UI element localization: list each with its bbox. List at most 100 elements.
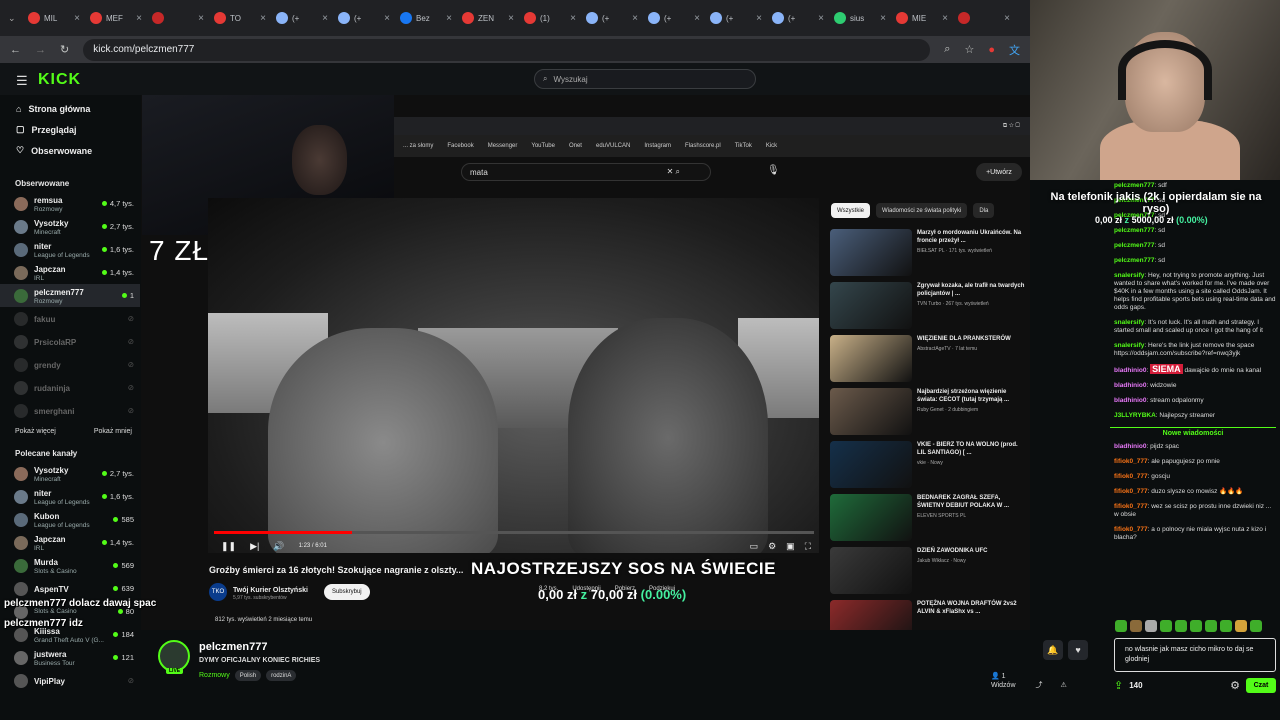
browser-tab[interactable]: (+ × bbox=[706, 4, 766, 32]
chat-username[interactable]: snalersify bbox=[1114, 342, 1144, 349]
browser-tab[interactable]: MIL × bbox=[24, 4, 84, 32]
browser-tab[interactable]: TO × bbox=[210, 4, 270, 32]
channel-item[interactable]: niter League of Legends 1,6 tys. bbox=[0, 238, 140, 261]
browser-tab[interactable]: Bez × bbox=[396, 4, 456, 32]
chat-username[interactable]: snalersify bbox=[1114, 319, 1144, 326]
chat-settings-icon[interactable]: ⚙ bbox=[1230, 679, 1240, 692]
tag-rodzina[interactable]: rodzinA bbox=[266, 670, 297, 681]
tab-close-icon[interactable]: × bbox=[446, 13, 452, 24]
chat-username[interactable]: J3LLYRYBKA bbox=[1114, 412, 1156, 419]
channel-item[interactable]: niter League of Legends 1,6 tys. bbox=[0, 485, 140, 508]
tab-close-icon[interactable]: × bbox=[694, 13, 700, 24]
tab-close-icon[interactable]: × bbox=[1004, 13, 1010, 24]
menu-icon[interactable]: ☰ bbox=[16, 73, 28, 89]
browser-tab[interactable]: ZEN × bbox=[458, 4, 518, 32]
search-input[interactable]: ⌕ Wyszukaj bbox=[534, 69, 756, 89]
browser-tab[interactable]: sius × bbox=[830, 4, 890, 32]
chat-username[interactable]: fifiok0_777 bbox=[1114, 488, 1148, 495]
channel-item[interactable]: VipiPlay ⊘ bbox=[0, 669, 140, 692]
channel-item[interactable]: remsua Rozmowy 4,7 tys. bbox=[0, 192, 140, 215]
share-icon[interactable]: ⤴ bbox=[1036, 682, 1043, 689]
channel-item[interactable]: grendy ⊘ bbox=[0, 353, 140, 376]
forward-icon[interactable]: → bbox=[35, 44, 46, 56]
chat-username[interactable]: bladhinio0 bbox=[1114, 443, 1147, 450]
back-icon[interactable]: ← bbox=[10, 44, 21, 56]
chat-username[interactable]: pelczmen777 bbox=[1114, 257, 1154, 264]
tab-close-icon[interactable]: × bbox=[942, 13, 948, 24]
channel-item[interactable]: Kubon League of Legends 585 bbox=[0, 508, 140, 531]
tab-close-icon[interactable]: × bbox=[570, 13, 576, 24]
kick-logo[interactable]: KICK bbox=[38, 71, 81, 89]
chat-username[interactable]: pelczmen777 bbox=[1114, 242, 1154, 249]
chat-username[interactable]: bladhinio0 bbox=[1114, 367, 1147, 374]
channel-item[interactable]: AspenTV 639 bbox=[0, 577, 140, 600]
browser-tab[interactable]: (+ × bbox=[768, 4, 828, 32]
nav-following[interactable]: ♡ Obserwowane bbox=[0, 140, 140, 161]
bookmark-star-icon[interactable]: ☆ bbox=[964, 43, 974, 56]
channel-item[interactable]: Vysotzky Minecraft 2,7 tys. bbox=[0, 462, 140, 485]
report-icon[interactable]: ⚠ bbox=[1061, 682, 1067, 689]
follow-button[interactable]: ♥ bbox=[1068, 640, 1088, 660]
channel-item[interactable]: smerghani ⊘ bbox=[0, 399, 140, 422]
tab-close-icon[interactable]: × bbox=[880, 13, 886, 24]
channel-points[interactable]: 140 bbox=[1129, 681, 1142, 690]
tab-close-icon[interactable]: × bbox=[74, 13, 80, 24]
tab-close-icon[interactable]: × bbox=[508, 13, 514, 24]
channel-item[interactable]: Vysotzky Minecraft 2,7 tys. bbox=[0, 215, 140, 238]
nav-browse[interactable]: ▢ Przeglądaj bbox=[0, 119, 140, 140]
url-field[interactable]: kick.com/pelczmen777 bbox=[83, 38, 931, 61]
channel-item[interactable]: Murda Slots & Casino 569 bbox=[0, 554, 140, 577]
browser-tab[interactable]: (+ × bbox=[582, 4, 642, 32]
tab-close-icon[interactable]: × bbox=[198, 13, 204, 24]
browser-tab[interactable]: (+ × bbox=[334, 4, 394, 32]
tab-close-icon[interactable]: × bbox=[384, 13, 390, 24]
channel-item[interactable]: Japczan IRL 1,4 tys. bbox=[0, 531, 140, 554]
extension-icon[interactable]: ● bbox=[988, 44, 995, 56]
tab-close-icon[interactable]: × bbox=[818, 13, 824, 24]
overlay-chat-line-1: pelczmen777 dolacz dawaj spac bbox=[4, 598, 157, 609]
chat-username[interactable]: fifiok0_777 bbox=[1114, 526, 1148, 533]
browser-tab[interactable]: (+ × bbox=[272, 4, 332, 32]
reload-icon[interactable]: ↻ bbox=[60, 43, 69, 56]
browser-tab[interactable]: MIE × bbox=[892, 4, 952, 32]
browser-tab[interactable]: (+ × bbox=[644, 4, 704, 32]
chat-username[interactable]: snalersify bbox=[1114, 272, 1144, 279]
channel-item[interactable]: rudaninja ⊘ bbox=[0, 376, 140, 399]
channel-item[interactable]: justwera Business Tour 121 bbox=[0, 646, 140, 669]
show-more-button[interactable]: Pokaż więcej bbox=[15, 428, 56, 435]
chat-username[interactable]: bladhinio0 bbox=[1114, 397, 1147, 404]
translate-icon[interactable]: 文 bbox=[1009, 42, 1020, 58]
chat-username[interactable]: pelczmen777 bbox=[1114, 227, 1154, 234]
chat-input[interactable]: no wlasnie jak masz cicho mikro to daj s… bbox=[1114, 638, 1276, 672]
channel-item[interactable]: fakuu ⊘ bbox=[0, 307, 140, 330]
tag-polish[interactable]: Polish bbox=[234, 670, 262, 681]
chat-send-button[interactable]: Czat bbox=[1246, 677, 1276, 693]
streamer-name[interactable]: pelczmen777 bbox=[199, 641, 267, 653]
video-player[interactable]: ⧉ ☆ ▢ ... za słomy Facebook Messenger YouTu… bbox=[141, 95, 1030, 630]
tab-close-icon[interactable]: × bbox=[136, 13, 142, 24]
chat-username[interactable]: fifiok0_777 bbox=[1114, 458, 1148, 465]
chat-username[interactable]: fifiok0_777 bbox=[1114, 473, 1148, 480]
browser-tab[interactable]: × bbox=[954, 4, 1014, 32]
bookmark-item: Instagram bbox=[644, 143, 672, 149]
chat-username[interactable]: pelczmen777 bbox=[1114, 182, 1154, 189]
channel-item[interactable]: PrsicolaRP ⊘ bbox=[0, 330, 140, 353]
tab-close-icon[interactable]: × bbox=[632, 13, 638, 24]
channel-item[interactable]: Japczan IRL 1,4 tys. bbox=[0, 261, 140, 284]
emote-bar[interactable] bbox=[1115, 620, 1275, 634]
stream-category[interactable]: Rozmowy bbox=[199, 672, 230, 679]
tab-close-icon[interactable]: × bbox=[322, 13, 328, 24]
browser-tab[interactable]: (1) × bbox=[520, 4, 580, 32]
nav-home[interactable]: ⌂ Strona główna bbox=[0, 99, 140, 119]
chat-username[interactable]: bladhinio0 bbox=[1114, 382, 1147, 389]
browser-tab[interactable]: × bbox=[148, 4, 208, 32]
browser-tab[interactable]: MEF × bbox=[86, 4, 146, 32]
tab-close-icon[interactable]: × bbox=[756, 13, 762, 24]
tab-search-icon[interactable]: ⌄ bbox=[8, 13, 22, 24]
chat-username[interactable]: fifiok0_777 bbox=[1114, 503, 1148, 510]
channel-item[interactable]: pelczmen777 Rozmowy 1 bbox=[0, 284, 140, 307]
notify-button[interactable]: 🔔 bbox=[1043, 640, 1063, 660]
zoom-icon[interactable]: ⌕ bbox=[944, 43, 950, 56]
tab-close-icon[interactable]: × bbox=[260, 13, 266, 24]
show-less-button[interactable]: Pokaż mniej bbox=[94, 428, 132, 435]
